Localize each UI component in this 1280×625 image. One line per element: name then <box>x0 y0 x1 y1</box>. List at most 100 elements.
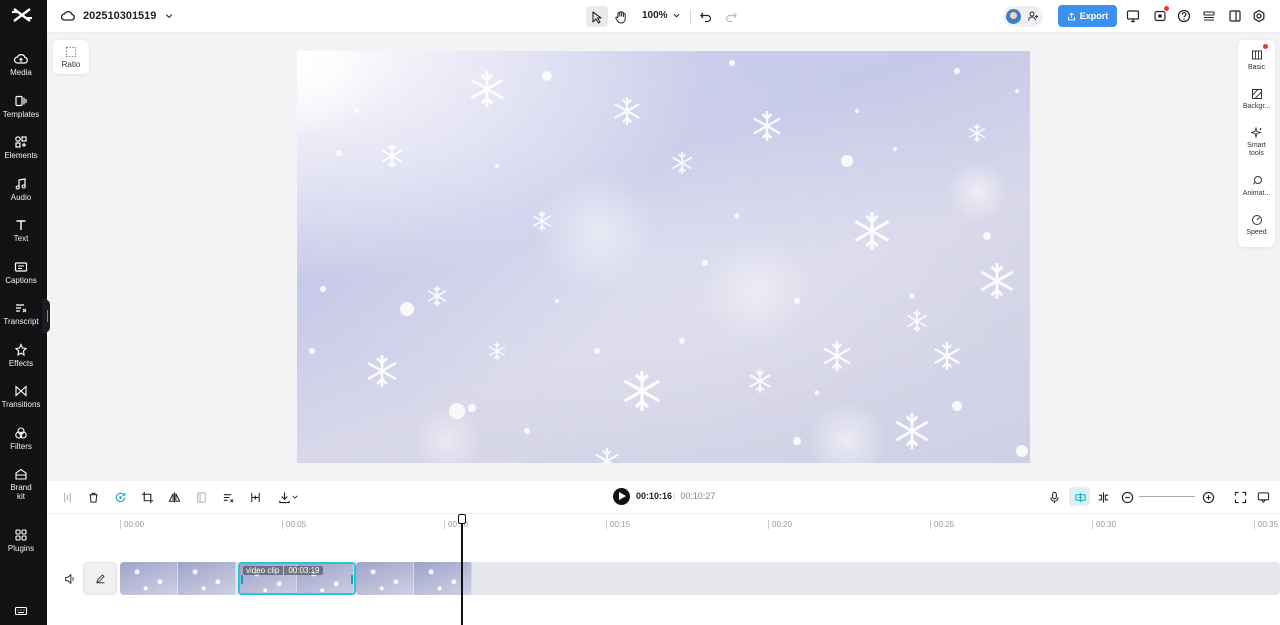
chevron-down-icon <box>673 13 680 18</box>
panel-layout-icon[interactable] <box>1228 9 1242 23</box>
replace-button[interactable] <box>193 489 209 505</box>
video-clip[interactable] <box>120 562 238 595</box>
export-label: Export <box>1079 11 1109 21</box>
sidebar-item-effects[interactable]: Effects <box>0 343 42 379</box>
playhead-handle[interactable] <box>458 514 466 524</box>
chevron-down-icon <box>291 495 298 499</box>
capcut-logo[interactable] <box>11 6 33 24</box>
help-icon[interactable] <box>1177 9 1191 23</box>
undo-button[interactable] <box>695 6 717 27</box>
video-clip[interactable] <box>356 562 473 595</box>
sidebar-item-elements[interactable]: Elements <box>0 135 42 171</box>
ratio-icon <box>65 46 77 57</box>
sidebar-item-label: Elements <box>4 151 38 160</box>
chevron-down-icon <box>166 14 173 19</box>
video-preview[interactable] <box>297 51 1030 463</box>
ruler-label: 00:05 <box>282 520 306 529</box>
split-icon <box>63 492 71 502</box>
redo-button[interactable] <box>720 6 742 27</box>
captions-list-icon <box>223 493 233 502</box>
captions-button[interactable] <box>220 489 236 505</box>
select-tool-button[interactable] <box>586 6 608 27</box>
settings-icon[interactable] <box>1252 9 1266 23</box>
magnet-toggle[interactable] <box>1072 489 1088 505</box>
background-icon <box>1251 89 1262 99</box>
smart-cut-button[interactable] <box>112 489 128 505</box>
trim-handle-left[interactable] <box>241 575 243 584</box>
divider <box>690 10 691 24</box>
snowflakes-image <box>297 51 1030 463</box>
split-button[interactable] <box>59 489 75 505</box>
sidebar-item-label: Media <box>10 68 32 77</box>
present-icon[interactable] <box>1126 9 1140 23</box>
zoom-out-button[interactable] <box>1119 489 1135 505</box>
avatar[interactable] <box>1006 9 1021 24</box>
speaker-icon <box>65 573 74 584</box>
export-button[interactable]: Export <box>1058 5 1117 27</box>
clip-name: video clip <box>246 566 280 575</box>
timeline-ruler[interactable]: 00:00 00:05 00:10 00:15 00:20 00:25 00:3… <box>47 513 1280 529</box>
keyboard-shortcuts-button[interactable] <box>0 604 42 620</box>
collaborators[interactable] <box>1003 6 1043 27</box>
basic-icon <box>1251 50 1262 60</box>
timeline: 00:10:16 00:10:27 00:00 00:05 00:10 00:1… <box>47 481 1280 625</box>
clip-thumbnail <box>178 562 236 595</box>
trim-handle-right[interactable] <box>351 575 353 584</box>
feedback-button[interactable] <box>1255 489 1271 505</box>
top-bar: 202510301519 100% Export <box>47 0 1280 33</box>
undo-icon <box>700 12 712 22</box>
sidebar-item-label: Plugins <box>7 544 35 553</box>
speed-icon <box>1251 215 1262 225</box>
crop-icon <box>141 491 153 503</box>
sidebar-item-transcript[interactable]: Transcript <box>0 301 42 337</box>
animation-icon <box>1252 176 1262 185</box>
project-title[interactable]: 202510301519 <box>61 9 174 23</box>
ratio-button[interactable]: Ratio <box>53 40 89 74</box>
panel-tab-label: Animat... <box>1242 190 1271 197</box>
pencil-icon <box>95 574 105 584</box>
sidebar-item-media[interactable]: Media <box>0 52 42 88</box>
properties-panel: Basic Backgr... Smart tools Animat... Spe… <box>1238 40 1275 247</box>
track-edit-button[interactable] <box>83 562 117 595</box>
sidebar-item-templates[interactable]: Templates <box>0 94 42 130</box>
split-link-icon <box>1098 491 1108 503</box>
panel-tab-smart-tools[interactable]: Smart tools <box>1238 127 1275 158</box>
zoom-in-button[interactable] <box>1200 489 1216 505</box>
layers-icon[interactable] <box>1202 9 1216 23</box>
left-sidebar: Media Templates Elements Audio Text Capt… <box>0 0 47 625</box>
link-toggle[interactable] <box>1095 489 1111 505</box>
timeline-zoom-slider[interactable] <box>1139 496 1195 497</box>
flip-button[interactable] <box>166 489 182 505</box>
magnet-icon <box>1074 492 1086 502</box>
track-mute-button[interactable] <box>53 562 87 595</box>
zoom-select[interactable]: 100% <box>642 10 681 21</box>
transcript-icon <box>16 304 27 313</box>
sidebar-item-brand-kit[interactable]: Brand kit <box>0 467 42 511</box>
record-voice-button[interactable] <box>1046 489 1062 505</box>
trim-button[interactable] <box>247 489 263 505</box>
total-time: 00:10:27 <box>673 491 715 501</box>
delete-button[interactable] <box>85 489 101 505</box>
notifications-icon[interactable] <box>1153 9 1167 23</box>
selected-video-clip[interactable]: video clip 00:03:19 <box>238 562 356 595</box>
sidebar-item-text[interactable]: Text <box>0 218 42 254</box>
transitions-icon <box>15 385 27 397</box>
hand-tool-button[interactable] <box>610 6 632 27</box>
playhead[interactable] <box>461 520 463 625</box>
sidebar-item-filters[interactable]: Filters <box>0 426 42 462</box>
sidebar-collapse-handle[interactable] <box>42 299 50 333</box>
panel-tab-background[interactable]: Backgr... <box>1238 88 1275 111</box>
cloud-icon <box>61 10 75 21</box>
play-button[interactable] <box>613 488 630 505</box>
download-menu-button[interactable] <box>275 489 301 505</box>
fit-timeline-button[interactable] <box>1232 489 1248 505</box>
sidebar-item-audio[interactable]: Audio <box>0 177 42 213</box>
sidebar-item-captions[interactable]: Captions <box>0 260 42 296</box>
panel-tab-speed[interactable]: Speed <box>1238 214 1275 237</box>
panel-tab-animation[interactable]: Animat... <box>1238 175 1275 198</box>
sidebar-item-transitions[interactable]: Transitions <box>0 384 42 420</box>
crop-button[interactable] <box>139 489 155 505</box>
sidebar-item-plugins[interactable]: Plugins <box>0 528 42 564</box>
panel-tab-basic[interactable]: Basic <box>1238 49 1275 72</box>
microphone-icon <box>1049 491 1059 503</box>
